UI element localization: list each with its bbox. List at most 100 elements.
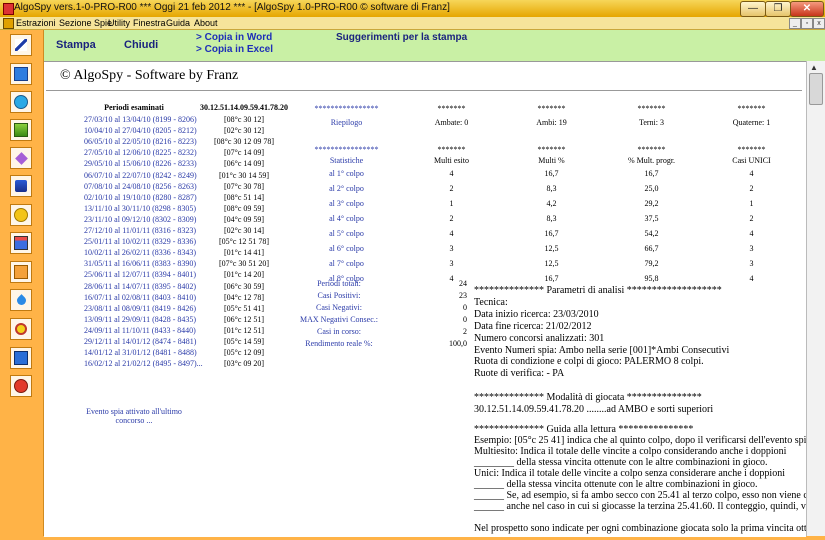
- summary-value: Quaterne: 1: [732, 118, 771, 127]
- diamond-button[interactable]: [10, 147, 32, 169]
- menu-finestra[interactable]: Finestra: [133, 17, 166, 29]
- stat-value: 4,2: [546, 199, 557, 208]
- power-button[interactable]: [10, 375, 32, 397]
- stat-value: 2: [749, 184, 754, 193]
- target-button[interactable]: [10, 318, 32, 340]
- mdi-close-button[interactable]: x: [813, 18, 825, 29]
- monitor-button[interactable]: [10, 63, 32, 85]
- grid-icon: [14, 265, 28, 279]
- tree-button[interactable]: [10, 232, 32, 254]
- summary-value: Ambate: 0: [434, 118, 469, 127]
- grid-button[interactable]: [10, 261, 32, 283]
- analysis-line: Ruota di condizione e colpi di gioco: PA…: [474, 356, 704, 368]
- total-label: MAX Negativi Consec.:: [300, 315, 378, 324]
- drop-button[interactable]: [10, 289, 32, 311]
- total-label: Casi Negativi:: [316, 303, 362, 312]
- total-label: Casi Positivi:: [317, 291, 361, 300]
- scroll-thumb[interactable]: [809, 73, 823, 105]
- stat-row-label: al 1° colpo: [329, 169, 364, 178]
- mdi-minimize-button[interactable]: _: [789, 18, 801, 29]
- period-row: 29/05/10 al 15/06/10 (8226 - 8233): [84, 159, 197, 169]
- mdi-restore-button[interactable]: ▫: [801, 18, 813, 29]
- stars-row: *******: [537, 145, 566, 154]
- period-row: 25/06/11 al 12/07/11 (8394 - 8401): [84, 270, 197, 280]
- summary-value: Ambi: 19: [536, 118, 567, 127]
- tools-button[interactable]: [10, 175, 32, 197]
- stat-value: 4: [449, 229, 454, 238]
- stat-value: 16,7: [544, 169, 559, 178]
- copyright-text: © AlgoSpy - Software by Franz: [60, 68, 239, 83]
- menu-about[interactable]: About: [194, 17, 218, 29]
- period-row: 14/01/12 al 31/01/12 (8481 - 8488): [84, 348, 197, 358]
- report-toolbar: Stampa Chiudi > Copia in Word > Copia in…: [44, 30, 825, 62]
- period-result: [02°c 30 12]: [223, 126, 265, 136]
- period-result: [07°c 30 78]: [223, 181, 265, 191]
- minimize-button[interactable]: —: [740, 1, 766, 17]
- stat-value: 16,7: [644, 169, 659, 178]
- period-row: 06/05/10 al 22/05/10 (8216 - 8223): [84, 137, 197, 147]
- period-result: [01°c 12 51]: [223, 325, 265, 335]
- menu-sezione-spie[interactable]: Sezione Spie: [59, 17, 112, 29]
- stat-row-label: al 6° colpo: [329, 244, 364, 253]
- stars-row: *******: [637, 104, 666, 113]
- period-row: 24/09/11 al 11/10/11 (8433 - 8440): [84, 325, 196, 335]
- period-row: 13/11/10 al 30/11/10 (8298 - 8305): [84, 203, 197, 213]
- analysis-line: Numero concorsi analizzati: 301: [474, 332, 605, 344]
- total-value: 0: [463, 303, 467, 312]
- period-row: 07/08/10 al 24/08/10 (8256 - 8263): [84, 181, 197, 191]
- period-result: [05°c 12 51 78]: [218, 237, 270, 247]
- stampa-button[interactable]: Stampa: [56, 39, 96, 51]
- stars-row: *******: [437, 145, 466, 154]
- suggerimenti-link[interactable]: Suggerimenti per la stampa: [336, 32, 467, 43]
- book-button[interactable]: [10, 347, 32, 369]
- stat-value: 79,2: [644, 259, 659, 268]
- scroll-up-icon[interactable]: ▲: [810, 63, 818, 72]
- stat-value: 3: [749, 259, 754, 268]
- period-result: [05°c 12 09]: [223, 348, 265, 358]
- period-row: 10/04/10 al 27/04/10 (8205 - 8212): [84, 126, 197, 136]
- mdi-document-icon[interactable]: [3, 18, 14, 29]
- period-result: [08°c 30 12 09 78]: [213, 137, 275, 147]
- period-row: 23/08/11 al 08/09/11 (8419 - 8426): [84, 303, 197, 313]
- copia-excel-link[interactable]: > Copia in Excel: [196, 44, 273, 55]
- analysis-line: Ruote di verifica: - PA: [474, 368, 565, 380]
- analysis-line: ______ Se, ad esempio, si fa ambo secco …: [474, 490, 806, 501]
- total-label: Casi in corso:: [317, 327, 361, 336]
- separator: [46, 90, 802, 91]
- analysis-line: Tecnica:: [474, 296, 508, 308]
- analysis-line: ************** Parametri di analisi ****…: [474, 285, 722, 296]
- analysis-line: ________ della stessa vincita ottenute c…: [474, 457, 768, 468]
- refresh-button[interactable]: [10, 91, 32, 113]
- period-result: [01°c 30 14 59]: [218, 170, 270, 180]
- stat-value: 8,3: [546, 214, 557, 223]
- close-button[interactable]: ✕: [790, 1, 824, 17]
- pencil-button[interactable]: [10, 34, 32, 56]
- period-row: 27/03/10 al 13/04/10 (8199 - 8206): [84, 115, 197, 124]
- stat-value: 66,7: [644, 244, 659, 253]
- analysis-line: Nel prospetto sono indicate per ogni com…: [474, 523, 806, 534]
- copia-word-link[interactable]: > Copia in Word: [196, 32, 272, 43]
- period-result: [03°c 09 20]: [223, 359, 265, 369]
- stat-row-label: al 7° colpo: [329, 259, 364, 268]
- stat-value: 95,8: [644, 274, 659, 283]
- dollar-icon: [14, 208, 28, 222]
- period-row: 27/05/10 al 12/06/10 (8225 - 8232): [84, 148, 197, 158]
- maximize-button[interactable]: ❐: [765, 1, 791, 17]
- period-result: [04°c 12 78]: [223, 292, 265, 302]
- total-value: 23: [459, 291, 467, 300]
- drop-icon: [14, 293, 28, 307]
- menu-guida[interactable]: Guida: [166, 17, 190, 29]
- vertical-scrollbar[interactable]: ▲: [806, 61, 825, 536]
- period-result: [02°c 30 14]: [223, 226, 265, 235]
- menu-utility[interactable]: Utility: [108, 17, 130, 29]
- period-row: 25/01/11 al 10/02/11 (8329 - 8336): [84, 237, 197, 247]
- chart-icon: [14, 123, 28, 137]
- chiudi-button[interactable]: Chiudi: [124, 39, 158, 51]
- stat-value: 8,3: [546, 184, 557, 193]
- menu-estrazioni[interactable]: Estrazioni: [16, 17, 56, 29]
- chart-button[interactable]: [10, 119, 32, 141]
- dollar-button[interactable]: [10, 204, 32, 226]
- period-result: [04°c 09 59]: [223, 214, 265, 224]
- stat-value: 54,2: [644, 229, 659, 238]
- tree-icon: [14, 236, 28, 250]
